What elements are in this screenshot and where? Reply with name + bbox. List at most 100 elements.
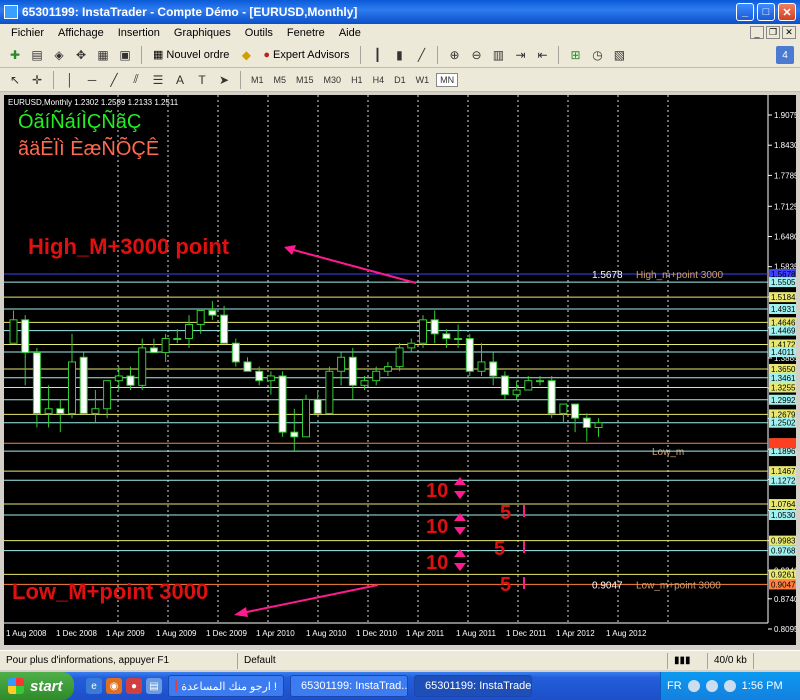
candle-body[interactable] — [278, 375, 287, 433]
candle-body[interactable] — [594, 422, 603, 428]
menu-aide[interactable]: Aide — [332, 27, 368, 39]
task-forum-window[interactable]: ارجو منك المساعدة ! — [168, 675, 284, 697]
candle-body[interactable] — [500, 375, 509, 396]
notification-badge[interactable]: 4 — [776, 46, 794, 64]
candle-body[interactable] — [325, 370, 334, 414]
mdi-minimize-button[interactable]: _ — [750, 26, 764, 39]
candle-body[interactable] — [56, 408, 65, 414]
arrows-icon[interactable]: ➤ — [215, 71, 233, 89]
window-titlebar[interactable]: 65301199: InstaTrader - Compte Démo - [E… — [0, 0, 800, 24]
line-chart-icon[interactable]: ╱ — [412, 46, 430, 64]
candle-body[interactable] — [161, 338, 170, 354]
menu-fenetre[interactable]: Fenetre — [280, 27, 332, 39]
timeframe-d1[interactable]: D1 — [391, 74, 409, 86]
crosshair-icon[interactable]: ✛ — [28, 71, 46, 89]
candle-body[interactable] — [512, 389, 521, 396]
menu-fichier[interactable]: Fichier — [4, 27, 51, 39]
candle-body[interactable] — [149, 347, 158, 354]
candle-body[interactable] — [442, 333, 451, 340]
minimize-button[interactable]: _ — [736, 3, 754, 21]
mdi-restore-button[interactable]: ❐ — [766, 26, 780, 39]
candle-body[interactable] — [243, 361, 252, 372]
vertical-line-icon[interactable]: │ — [61, 71, 79, 89]
candle-body[interactable] — [489, 361, 498, 377]
candle-body[interactable] — [419, 319, 427, 344]
candle-body[interactable] — [185, 323, 193, 340]
candle-body[interactable] — [196, 309, 205, 325]
candle-body[interactable] — [348, 356, 357, 386]
candle-body[interactable] — [68, 361, 76, 414]
mdi-close-button[interactable]: ✕ — [782, 26, 796, 39]
horizontal-line-icon[interactable]: ─ — [83, 71, 101, 89]
chart-shift-icon[interactable]: ⇥ — [511, 46, 529, 64]
tile-windows-icon[interactable]: ▥ — [489, 46, 507, 64]
candle-body[interactable] — [290, 431, 299, 438]
maximize-button[interactable]: □ — [757, 3, 775, 21]
candle-body[interactable] — [32, 352, 41, 414]
timeframe-m15[interactable]: M15 — [293, 74, 317, 86]
auto-scroll-icon[interactable]: ⇤ — [533, 46, 551, 64]
candle-body[interactable] — [21, 319, 30, 354]
candle-body[interactable] — [208, 309, 217, 316]
text-label-icon[interactable]: T — [193, 71, 211, 89]
candle-body[interactable] — [454, 338, 463, 341]
candle-body[interactable] — [465, 338, 474, 372]
terminal-icon[interactable]: ▦ — [94, 46, 112, 64]
candle-body[interactable] — [173, 338, 182, 341]
candle-body[interactable] — [126, 375, 135, 386]
new-order-button[interactable]: ▦ Nouvel ordre — [149, 45, 233, 65]
timeframe-m5[interactable]: M5 — [271, 74, 290, 86]
timeframe-m1[interactable]: M1 — [248, 74, 267, 86]
network-tray-icon[interactable] — [705, 680, 718, 692]
candle-body[interactable] — [524, 380, 533, 391]
candle-body[interactable] — [407, 342, 416, 349]
trendline-icon[interactable]: ╱ — [105, 71, 123, 89]
menu-insertion[interactable]: Insertion — [111, 27, 167, 39]
volume-tray-icon[interactable] — [723, 680, 736, 692]
profiles-icon[interactable]: ▤ — [28, 46, 46, 64]
candle-body[interactable] — [103, 380, 112, 410]
close-button[interactable]: ✕ — [778, 3, 796, 21]
menu-outils[interactable]: Outils — [238, 27, 280, 39]
candle-body[interactable] — [571, 403, 580, 419]
timeframe-w1[interactable]: W1 — [413, 74, 433, 86]
candle-body[interactable] — [138, 347, 147, 386]
start-button[interactable]: start — [0, 672, 74, 700]
help-tray-icon[interactable] — [687, 680, 700, 692]
price-chart[interactable]: 1 Aug 2008 1 Dec 2008 1 Apr 2009 1 Aug 2009… — [4, 95, 796, 645]
indicators-icon[interactable]: ⊞ — [566, 46, 584, 64]
candle-body[interactable] — [372, 370, 381, 382]
candle-body[interactable] — [536, 380, 544, 383]
timeframe-h4[interactable]: H4 — [370, 74, 388, 86]
templates-icon[interactable]: ▧ — [610, 46, 628, 64]
candle-body[interactable] — [559, 403, 568, 414]
candle-body[interactable] — [547, 380, 556, 414]
candle-body[interactable] — [9, 319, 18, 344]
text-icon[interactable]: A — [171, 71, 189, 89]
market-watch-icon[interactable]: ◈ — [50, 46, 68, 64]
task-instatrader-1[interactable]: 65301199: InstaTrad... — [290, 675, 408, 697]
language-indicator[interactable]: FR — [667, 680, 682, 692]
cursor-icon[interactable]: ↖ — [6, 71, 24, 89]
candle-body[interactable] — [337, 356, 346, 372]
candle-body[interactable] — [255, 370, 264, 382]
show-desktop-icon[interactable]: ▤ — [146, 678, 162, 694]
candle-body[interactable] — [430, 319, 439, 335]
tester-icon[interactable]: ▣ — [116, 46, 134, 64]
firefox-icon[interactable]: ◉ — [106, 678, 122, 694]
internet-explorer-icon[interactable]: e — [86, 678, 102, 694]
candle-body[interactable] — [266, 375, 275, 382]
timeframe-mn[interactable]: MN — [436, 72, 459, 87]
timeframe-h1[interactable]: H1 — [348, 74, 366, 86]
candle-body[interactable] — [302, 398, 310, 438]
expert-advisors-button[interactable]: ● Expert Advisors — [259, 45, 353, 65]
candle-body[interactable] — [231, 342, 240, 363]
candle-body[interactable] — [44, 408, 53, 414]
timeframe-m30[interactable]: M30 — [321, 74, 345, 86]
candle-body[interactable] — [477, 361, 486, 372]
candle-body[interactable] — [383, 366, 392, 372]
new-chart-icon[interactable]: ✚ — [6, 46, 24, 64]
candle-body[interactable] — [360, 380, 369, 386]
menu-graphiques[interactable]: Graphiques — [167, 27, 238, 39]
zoom-out-icon[interactable]: ⊖ — [467, 46, 485, 64]
